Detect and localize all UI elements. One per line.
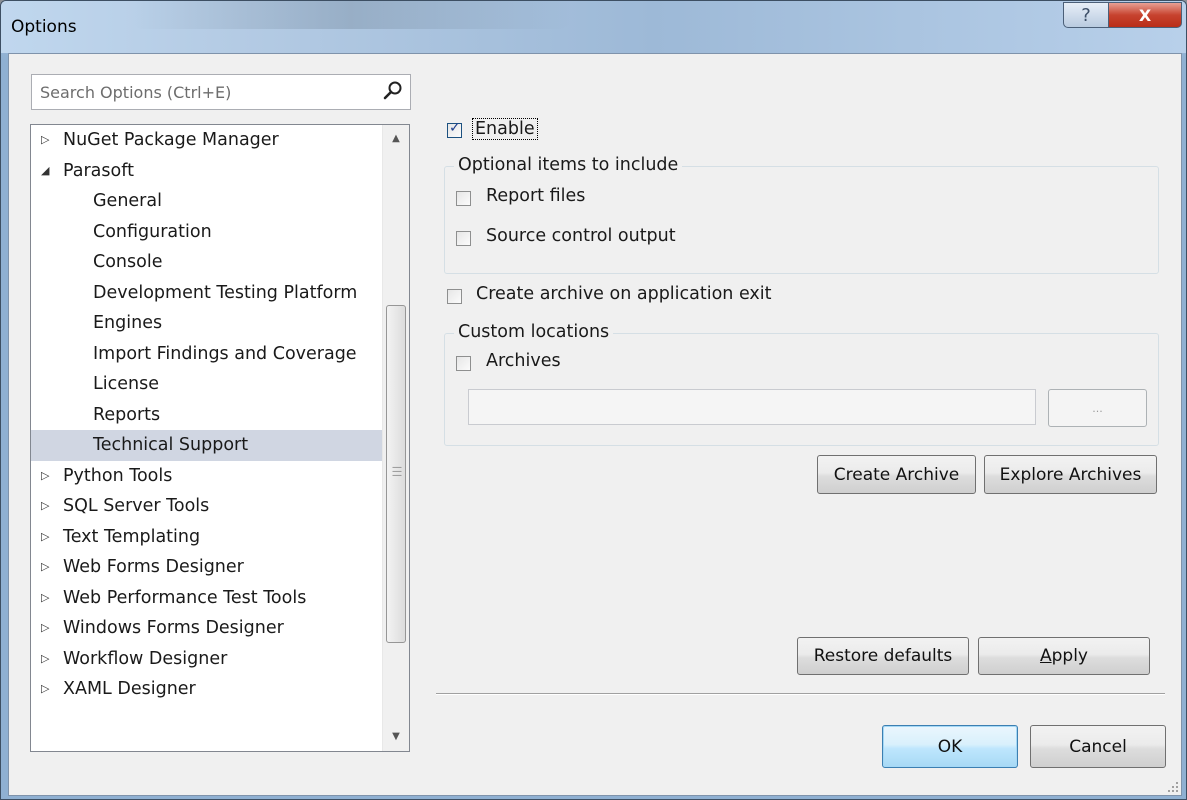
tree-item-label: Reports [93, 404, 161, 425]
report-files-checkbox[interactable] [456, 191, 471, 206]
tree-item[interactable]: ▷ Web Performance Test Tools [31, 583, 383, 614]
tree-item-label: Web Forms Designer [63, 557, 244, 577]
archives-label[interactable]: Archives [486, 351, 561, 371]
create-archive-on-exit-checkbox[interactable] [447, 289, 462, 304]
tree-item[interactable]: ▷ XAML Designer [31, 674, 383, 705]
cancel-button[interactable]: Cancel [1030, 725, 1166, 768]
explore-archives-button[interactable]: Explore Archives [984, 455, 1157, 494]
tree-item-label: Development Testing Platform [93, 282, 358, 303]
browse-button[interactable]: ... [1048, 389, 1147, 427]
collapsed-arrow-icon[interactable]: ▷ [41, 644, 49, 675]
title-bar-glass [131, 1, 571, 29]
source-control-output-checkbox[interactable] [456, 231, 471, 246]
restore-defaults-button[interactable]: Restore defaults [797, 637, 969, 675]
tree-item-label: General [93, 191, 162, 211]
options-dialog: Options ? X ▷ NuGet Package Manager ◢ Paras… [0, 0, 1187, 800]
collapsed-arrow-icon[interactable]: ▷ [41, 674, 49, 705]
search-box [31, 74, 411, 110]
search-icon[interactable] [382, 80, 404, 102]
help-button[interactable]: ? [1063, 2, 1109, 28]
tree-item-label: Web Performance Test Tools [63, 587, 307, 608]
close-button[interactable]: X [1108, 2, 1182, 28]
tree-item-label: Technical Support [93, 435, 249, 455]
tree-list: ▷ NuGet Package Manager ◢ Parasoft General Co… [31, 125, 383, 705]
optional-items-title: Optional items to include [454, 155, 683, 175]
tree-item[interactable]: ▷ NuGet Package Manager [31, 125, 383, 156]
source-control-output-label[interactable]: Source control output [486, 226, 676, 246]
resize-grip-icon[interactable] [1165, 779, 1179, 793]
tree-item-label: Parasoft [63, 160, 134, 181]
archives-path-input[interactable] [468, 389, 1036, 425]
tree-item[interactable]: Reports [31, 400, 383, 431]
tree-item[interactable]: License [31, 369, 383, 400]
help-icon: ? [1081, 4, 1091, 26]
tree-item[interactable]: Configuration [31, 217, 383, 248]
scroll-thumb[interactable]: — — — [386, 305, 406, 643]
ok-button[interactable]: OK [882, 725, 1018, 768]
report-files-label[interactable]: Report files [486, 186, 585, 206]
collapsed-arrow-icon[interactable]: ▷ [41, 461, 49, 492]
tree-item[interactable]: ▷ SQL Server Tools [31, 491, 383, 522]
tree-item[interactable]: Console [31, 247, 383, 278]
tree-item-label: Windows Forms Designer [63, 618, 284, 638]
optional-items-group [444, 166, 1159, 274]
tree-item-label: Python Tools [63, 465, 173, 486]
scroll-grip-icon: — — — [392, 462, 402, 481]
window-title: Options [11, 17, 77, 37]
tree-item[interactable]: Import Findings and Coverage [31, 339, 383, 370]
tree-item[interactable]: Development Testing Platform [31, 278, 383, 309]
options-tree[interactable]: ▷ NuGet Package Manager ◢ Parasoft General Co… [30, 124, 410, 752]
apply-label: Apply [1040, 646, 1088, 666]
tree-item[interactable]: ▷ Text Templating [31, 522, 383, 553]
tree-item-label: Workflow Designer [63, 648, 228, 669]
collapsed-arrow-icon[interactable]: ▷ [41, 491, 49, 522]
tree-item[interactable]: ▷ Workflow Designer [31, 644, 383, 675]
tree-item[interactable]: Engines [31, 308, 383, 339]
tree-item-label: Import Findings and Coverage [93, 343, 357, 364]
tree-item-label: Engines [93, 313, 163, 333]
tree-item-label: NuGet Package Manager [63, 130, 279, 150]
tree-item[interactable]: Technical Support [31, 430, 383, 461]
scroll-up-arrow-icon[interactable]: ▲ [383, 127, 409, 151]
create-archive-button[interactable]: Create Archive [817, 455, 976, 494]
tree-item-label: Text Templating [63, 526, 201, 547]
scroll-down-arrow-icon[interactable]: ▼ [383, 725, 409, 749]
enable-label[interactable]: Enable [472, 118, 538, 140]
dialog-client-area: ▷ NuGet Package Manager ◢ Parasoft General Co… [8, 53, 1182, 796]
apply-accelerator: A [1039, 646, 1052, 666]
divider [436, 693, 1165, 695]
apply-label-rest: pply [1051, 646, 1088, 666]
tree-item-label: Configuration [93, 221, 212, 242]
expanded-arrow-icon[interactable]: ◢ [41, 156, 49, 187]
collapsed-arrow-icon[interactable]: ▷ [41, 552, 49, 583]
title-bar[interactable]: Options ? X [1, 1, 1186, 53]
tree-item-label: License [93, 374, 159, 394]
collapsed-arrow-icon[interactable]: ▷ [41, 583, 49, 614]
apply-button[interactable]: Apply [978, 637, 1150, 675]
tree-item-label: XAML Designer [63, 679, 196, 699]
tree-item[interactable]: General [31, 186, 383, 217]
tree-item[interactable]: ▷ Python Tools [31, 461, 383, 492]
tree-item[interactable]: ◢ Parasoft [31, 156, 383, 187]
custom-locations-title: Custom locations [454, 322, 614, 342]
close-icon: X [1138, 5, 1152, 25]
tree-item[interactable]: ▷ Web Forms Designer [31, 552, 383, 583]
create-archive-on-exit-label[interactable]: Create archive on application exit [476, 284, 772, 304]
collapsed-arrow-icon[interactable]: ▷ [41, 613, 49, 644]
tree-item[interactable]: ▷ Windows Forms Designer [31, 613, 383, 644]
tree-item-label: SQL Server Tools [63, 496, 210, 516]
enable-checkbox[interactable] [447, 120, 462, 138]
search-input[interactable] [32, 75, 388, 109]
archives-checkbox[interactable] [456, 356, 471, 371]
tree-item-label: Console [93, 252, 163, 272]
tree-scrollbar[interactable]: ▲ — — — ▼ [382, 125, 409, 751]
collapsed-arrow-icon[interactable]: ▷ [41, 125, 49, 156]
collapsed-arrow-icon[interactable]: ▷ [41, 522, 49, 553]
